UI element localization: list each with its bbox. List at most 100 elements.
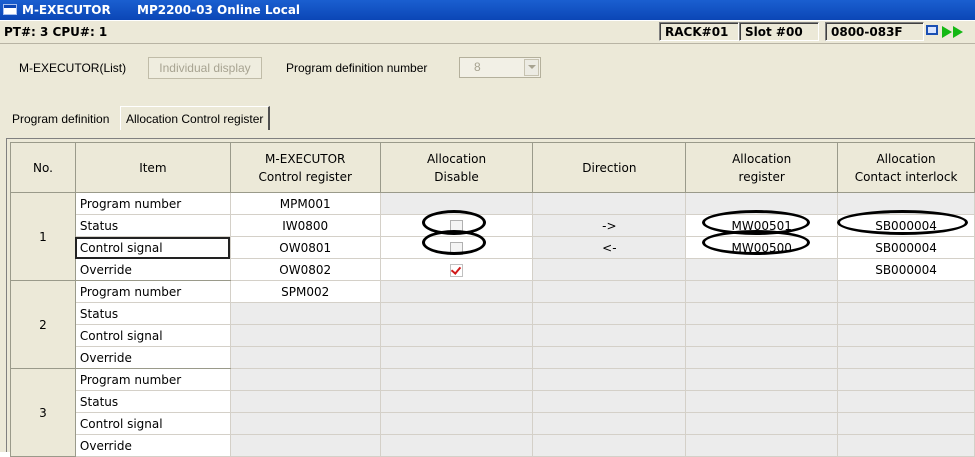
item-cell[interactable]: Override bbox=[74, 258, 231, 281]
table-row: Status IW0800 -> MW00501 SB000004 bbox=[11, 214, 975, 237]
app-title: M-EXECUTOR bbox=[22, 3, 111, 17]
contact-cell bbox=[837, 302, 975, 325]
disable-checkbox[interactable] bbox=[450, 241, 464, 255]
header-reg-line1: Allocation bbox=[732, 151, 792, 166]
register-cell bbox=[685, 258, 839, 281]
table-row: Override OW0802 SB000004 bbox=[11, 258, 975, 281]
item-cell[interactable]: Program number bbox=[74, 192, 231, 215]
control-register-cell bbox=[229, 390, 381, 413]
table-header-row: No. Item M-EXECUTOR Control register Allo… bbox=[10, 142, 975, 193]
control-register-cell bbox=[229, 302, 381, 325]
pc-icon bbox=[926, 25, 938, 35]
table-row: Override bbox=[11, 346, 975, 369]
item-cell[interactable]: Program number bbox=[74, 368, 231, 391]
header-reg-line2: register bbox=[738, 169, 785, 184]
disable-cell[interactable] bbox=[379, 214, 534, 237]
item-cell[interactable]: Status bbox=[74, 302, 231, 325]
disable-checkbox[interactable] bbox=[450, 219, 464, 233]
contact-cell[interactable]: SB000004 bbox=[837, 258, 975, 281]
item-cell[interactable]: Program number bbox=[74, 280, 231, 303]
disable-cell bbox=[379, 302, 534, 325]
online-status-icon bbox=[926, 25, 975, 39]
control-register-cell[interactable]: OW0801 bbox=[229, 236, 381, 259]
disable-cell bbox=[379, 192, 534, 215]
control-register-cell[interactable]: SPM002 bbox=[229, 280, 381, 303]
disable-cell bbox=[379, 434, 534, 457]
header-contact-interlock: Allocation Contact interlock bbox=[837, 142, 975, 193]
direction-cell bbox=[532, 368, 687, 391]
disable-cell bbox=[379, 390, 534, 413]
direction-cell bbox=[532, 192, 687, 215]
header-contact-line1: Allocation bbox=[876, 151, 936, 166]
disable-cell[interactable] bbox=[379, 236, 534, 259]
register-cell[interactable]: MW00500 bbox=[685, 236, 839, 259]
contact-cell bbox=[837, 368, 975, 391]
item-cell[interactable]: Override bbox=[74, 346, 231, 369]
pt-cpu-label: PT#: 3 CPU#: 1 bbox=[4, 25, 108, 39]
register-cell bbox=[685, 390, 839, 413]
item-cell[interactable]: Override bbox=[74, 434, 231, 457]
rack-field: RACK#01 bbox=[659, 22, 739, 41]
title-bar: M-EXECUTOR MP2200-03 Online Local bbox=[0, 0, 975, 20]
disable-cell[interactable] bbox=[379, 258, 534, 281]
program-def-select[interactable]: 8 bbox=[459, 57, 541, 78]
register-cell bbox=[685, 434, 839, 457]
direction-cell bbox=[532, 390, 687, 413]
individual-display-button[interactable]: Individual display bbox=[148, 57, 262, 79]
control-register-cell[interactable]: IW0800 bbox=[229, 214, 381, 237]
play-icon bbox=[942, 26, 952, 38]
register-cell bbox=[685, 368, 839, 391]
table-row: 1 Program number MPM001 bbox=[10, 192, 975, 281]
header-allocation-disable: Allocation Disable bbox=[379, 142, 534, 193]
control-register-cell[interactable]: OW0802 bbox=[229, 258, 381, 281]
window-icon[interactable] bbox=[3, 4, 17, 15]
table-row: 2 Program number SPM002 bbox=[10, 280, 975, 369]
contact-cell[interactable]: SB000004 bbox=[837, 236, 975, 259]
chevron-down-icon[interactable] bbox=[524, 59, 539, 76]
table-row: Override bbox=[11, 434, 975, 457]
list-label: M-EXECUTOR(List) bbox=[19, 61, 127, 75]
header-disable-line2: Disable bbox=[434, 169, 479, 184]
table-row: Status bbox=[11, 302, 975, 325]
window-subtitle: MP2200-03 Online Local bbox=[137, 3, 301, 17]
contact-cell bbox=[837, 324, 975, 347]
direction-cell bbox=[532, 280, 687, 303]
register-cell bbox=[685, 192, 839, 215]
tab-program-definition[interactable]: Program definition bbox=[8, 110, 113, 128]
item-cell[interactable]: Control signal bbox=[74, 412, 231, 435]
item-cell[interactable]: Status bbox=[74, 390, 231, 413]
disable-checkbox-checked[interactable] bbox=[450, 263, 464, 277]
control-register-cell[interactable]: MPM001 bbox=[229, 192, 381, 215]
item-cell[interactable]: Control signal bbox=[74, 324, 231, 347]
header-allocation-register: Allocation register bbox=[685, 142, 839, 193]
register-cell bbox=[685, 324, 839, 347]
control-register-cell bbox=[229, 368, 381, 391]
header-ctrl-line2: Control register bbox=[258, 169, 352, 184]
item-cell[interactable]: Status bbox=[74, 214, 231, 237]
status-bar: PT#: 3 CPU#: 1 RACK#01 Slot #00 0800-083… bbox=[0, 21, 975, 44]
disable-cell bbox=[379, 324, 534, 347]
contact-cell bbox=[837, 192, 975, 215]
disable-cell bbox=[379, 368, 534, 391]
direction-cell: <- bbox=[532, 236, 687, 259]
direction-cell bbox=[532, 324, 687, 347]
header-direction: Direction bbox=[532, 142, 687, 193]
direction-cell: -> bbox=[532, 214, 687, 237]
register-cell[interactable]: MW00501 bbox=[685, 214, 839, 237]
contact-cell[interactable]: SB000004 bbox=[837, 214, 975, 237]
contact-cell bbox=[837, 434, 975, 457]
direction-cell bbox=[532, 302, 687, 325]
control-register-cell bbox=[229, 412, 381, 435]
tab-allocation-control-register[interactable]: Allocation Control register bbox=[120, 106, 271, 130]
control-register-cell bbox=[229, 434, 381, 457]
allocation-table: No. Item M-EXECUTOR Control register Allo… bbox=[10, 142, 975, 457]
direction-cell bbox=[532, 258, 687, 281]
table-row: 3 Program number bbox=[10, 368, 975, 457]
control-register-cell bbox=[229, 324, 381, 347]
group-number: 1 bbox=[10, 192, 76, 281]
program-def-label: Program definition number bbox=[286, 61, 428, 75]
item-cell[interactable]: Control signal bbox=[74, 236, 231, 259]
header-control-register: M-EXECUTOR Control register bbox=[229, 142, 381, 193]
register-cell bbox=[685, 346, 839, 369]
register-cell bbox=[685, 412, 839, 435]
